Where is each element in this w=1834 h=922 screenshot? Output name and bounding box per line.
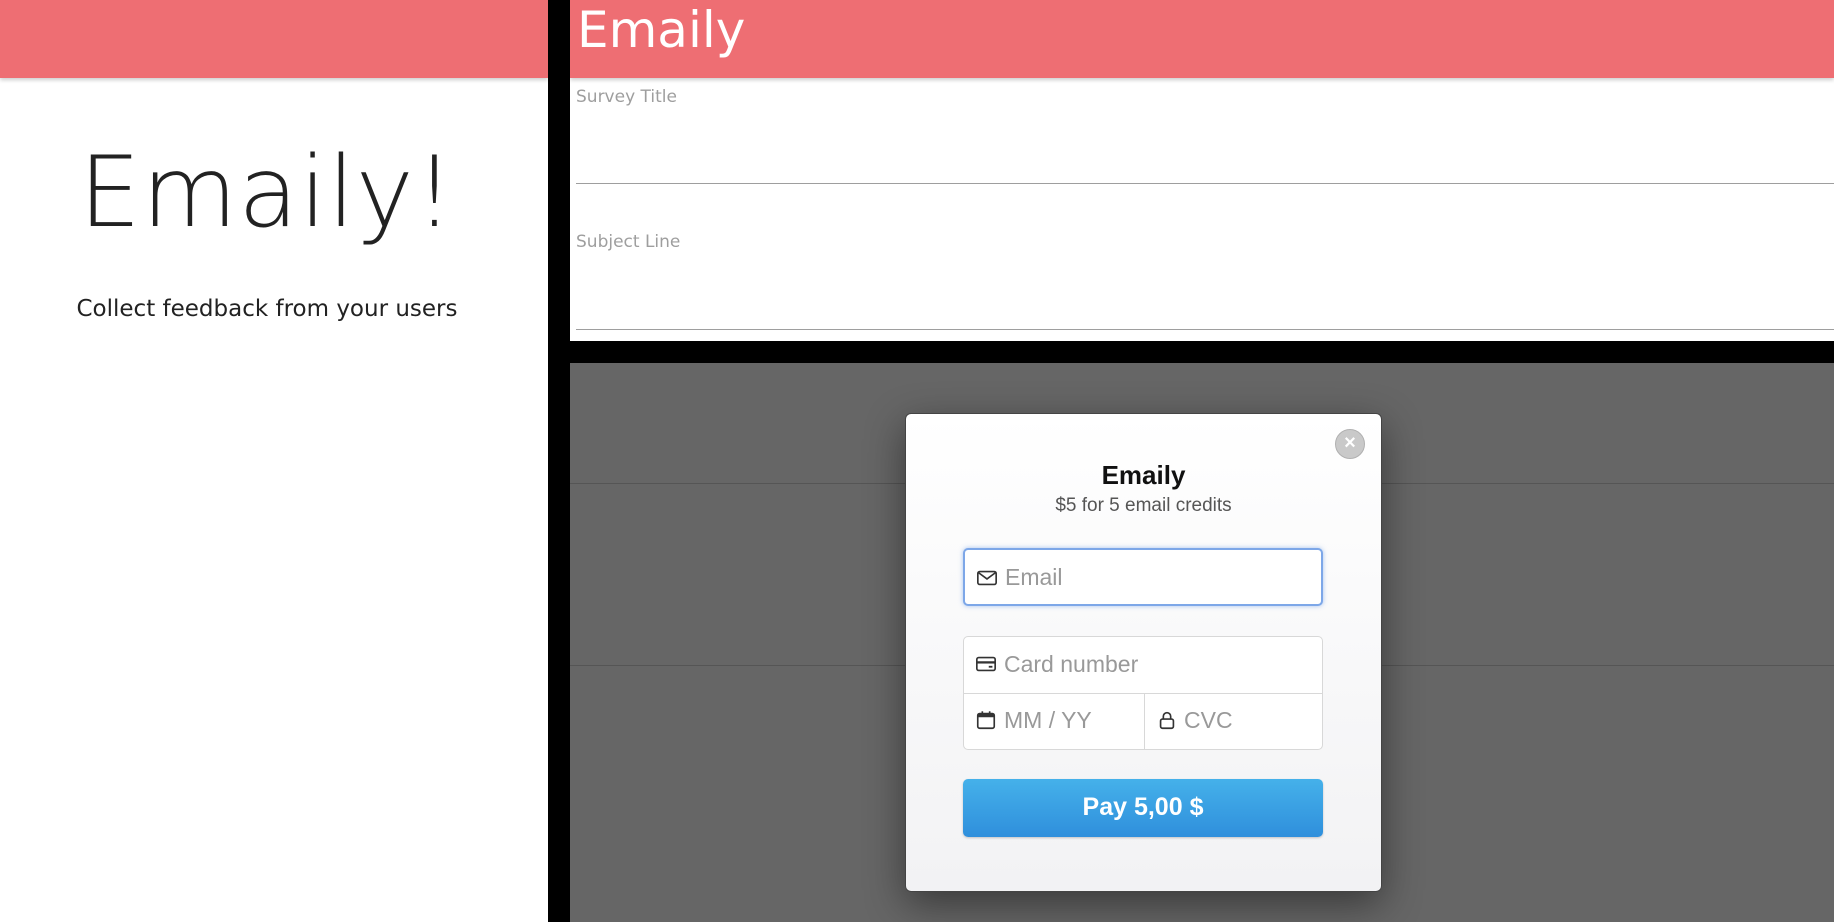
left-navbar (0, 0, 548, 78)
envelope-icon (977, 570, 997, 586)
brand-logo-link[interactable]: Emaily (577, 0, 745, 60)
hero-subtitle: Collect feedback from your users (76, 296, 458, 322)
landing-pane: Emaily! Collect feedback from your users (0, 0, 548, 922)
survey-title-input[interactable] (576, 142, 1834, 184)
hero-title: Emaily! (78, 136, 456, 250)
card-details-group: Card number MM / YY CVC (963, 636, 1323, 750)
lock-icon (1159, 711, 1175, 730)
subject-line-underline (576, 329, 1834, 330)
survey-title-underline (576, 183, 1834, 184)
cvc-field[interactable]: CVC (1144, 693, 1322, 749)
email-field[interactable]: Email (963, 548, 1323, 606)
checkout-modal: × Emaily $5 for 5 email credits Email Ca… (905, 413, 1382, 892)
survey-title-label: Survey Title (576, 87, 677, 107)
survey-form-pane: Emaily Survey Title Subject Line (570, 0, 1834, 341)
checkout-title: Emaily (1101, 460, 1186, 490)
card-number-field[interactable]: Card number (964, 637, 1322, 694)
subject-line-label: Subject Line (576, 232, 681, 252)
expiry-field[interactable]: MM / YY (964, 693, 1145, 749)
top-navbar: Emaily (570, 0, 1834, 78)
card-number-placeholder: Card number (1004, 651, 1139, 677)
email-placeholder: Email (1005, 564, 1063, 590)
close-icon[interactable]: × (1335, 429, 1365, 459)
cvc-placeholder: CVC (1184, 707, 1233, 733)
pay-button[interactable]: Pay 5,00 $ (963, 779, 1323, 837)
calendar-icon (976, 711, 996, 730)
credit-card-icon (976, 656, 996, 672)
expiry-placeholder: MM / YY (1004, 707, 1092, 733)
checkout-description: $5 for 5 email credits (1055, 495, 1232, 516)
subject-line-input[interactable] (576, 288, 1834, 330)
